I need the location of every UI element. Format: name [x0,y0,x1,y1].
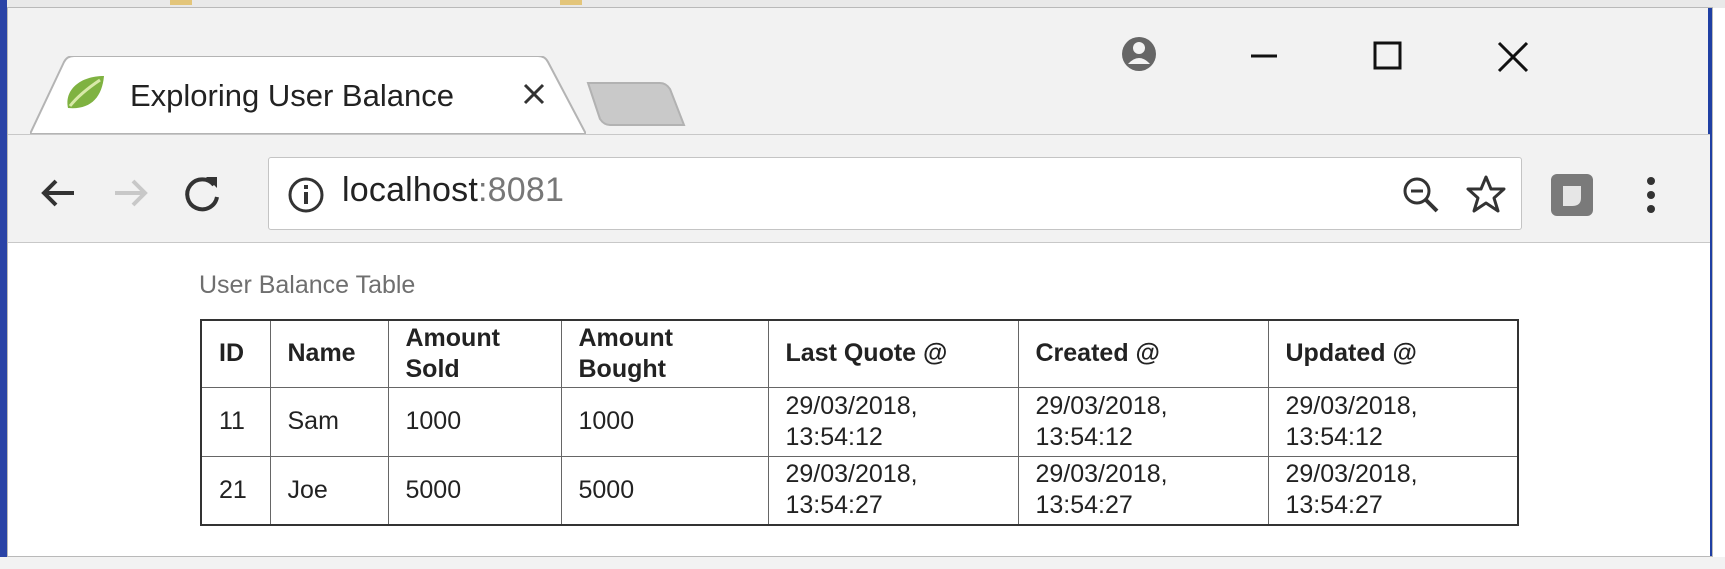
cell-time: 13:54:27 [785,491,883,520]
cell-time: 13:54:12 [1035,422,1133,451]
cell-date: 29/03/2018, [1035,460,1168,489]
new-tab-button[interactable] [586,81,686,129]
cell-date: 29/03/2018, [785,391,918,420]
kebab-menu-icon[interactable] [1641,173,1661,217]
desktop-mark [170,0,192,5]
column-header-created: Created @ [1017,319,1269,388]
header-line: Amount [405,323,500,352]
header-line: Sold [405,354,460,383]
cell-date: 29/03/2018, [1285,391,1418,420]
desktop-background [0,557,1725,569]
column-header-name: Name [269,319,389,388]
cell-amount-sold: 5000 [387,455,562,526]
url-port: :8081 [478,171,565,209]
cell-time: 13:54:12 [1285,422,1383,451]
cell-amount-bought: 5000 [560,455,769,526]
desktop-edge [0,0,7,569]
close-icon[interactable] [1490,34,1536,80]
cell-id: 21 [200,455,271,526]
header-line: Bought [578,354,666,383]
cell-id: 11 [200,386,271,457]
desktop-mark [560,0,582,5]
reload-icon[interactable] [180,171,224,215]
cell-created: 29/03/2018, 13:54:12 [1017,386,1269,457]
url-host: localhost [342,171,478,209]
column-header-amount-sold: Amount Sold [387,319,562,388]
url-text[interactable]: localhost:8081 [342,171,564,210]
table-row: 11 Sam 1000 1000 29/03/2018, 13:54:12 29… [200,386,1519,457]
column-header-updated: Updated @ [1267,319,1519,388]
cell-amount-bought: 1000 [560,386,769,457]
forward-arrow-icon[interactable] [109,171,153,215]
zoom-out-icon[interactable] [1400,174,1442,216]
extension-icon[interactable] [1549,172,1595,218]
cell-amount-sold: 1000 [387,386,562,457]
minimize-icon[interactable] [1241,34,1287,80]
column-header-last-quote: Last Quote @ [767,319,1019,388]
cell-name: Sam [269,386,389,457]
cell-date: 29/03/2018, [1285,460,1418,489]
cell-time: 13:54:27 [1285,491,1383,520]
tab-title: Exploring User Balance [130,78,454,113]
cell-updated: 29/03/2018, 13:54:12 [1267,386,1519,457]
table-row: 21 Joe 5000 5000 29/03/2018, 13:54:27 29… [200,455,1519,526]
cell-updated: 29/03/2018, 13:54:27 [1267,455,1519,526]
column-header-id: ID [200,319,271,388]
tab-close-icon[interactable] [521,81,547,107]
table-caption: User Balance Table [199,271,416,299]
spring-leaf-icon [62,72,108,112]
cell-last-quote: 29/03/2018, 13:54:12 [767,386,1019,457]
header-line: Amount [578,323,673,352]
cell-created: 29/03/2018, 13:54:27 [1017,455,1269,526]
table-header-row: ID Name Amount Sold Amount Bought Last Q… [200,319,1519,388]
cell-time: 13:54:12 [785,422,883,451]
account-icon[interactable] [1116,34,1162,80]
back-arrow-icon[interactable] [36,171,80,215]
column-header-amount-bought: Amount Bought [560,319,769,388]
maximize-icon[interactable] [1365,34,1411,80]
info-icon[interactable] [285,174,327,216]
user-balance-table: ID Name Amount Sold Amount Bought Last Q… [200,319,1519,526]
cell-last-quote: 29/03/2018, 13:54:27 [767,455,1019,526]
cell-date: 29/03/2018, [1035,391,1168,420]
cell-date: 29/03/2018, [785,460,918,489]
star-icon[interactable] [1465,173,1507,215]
cell-name: Joe [269,455,389,526]
cell-time: 13:54:27 [1035,491,1133,520]
